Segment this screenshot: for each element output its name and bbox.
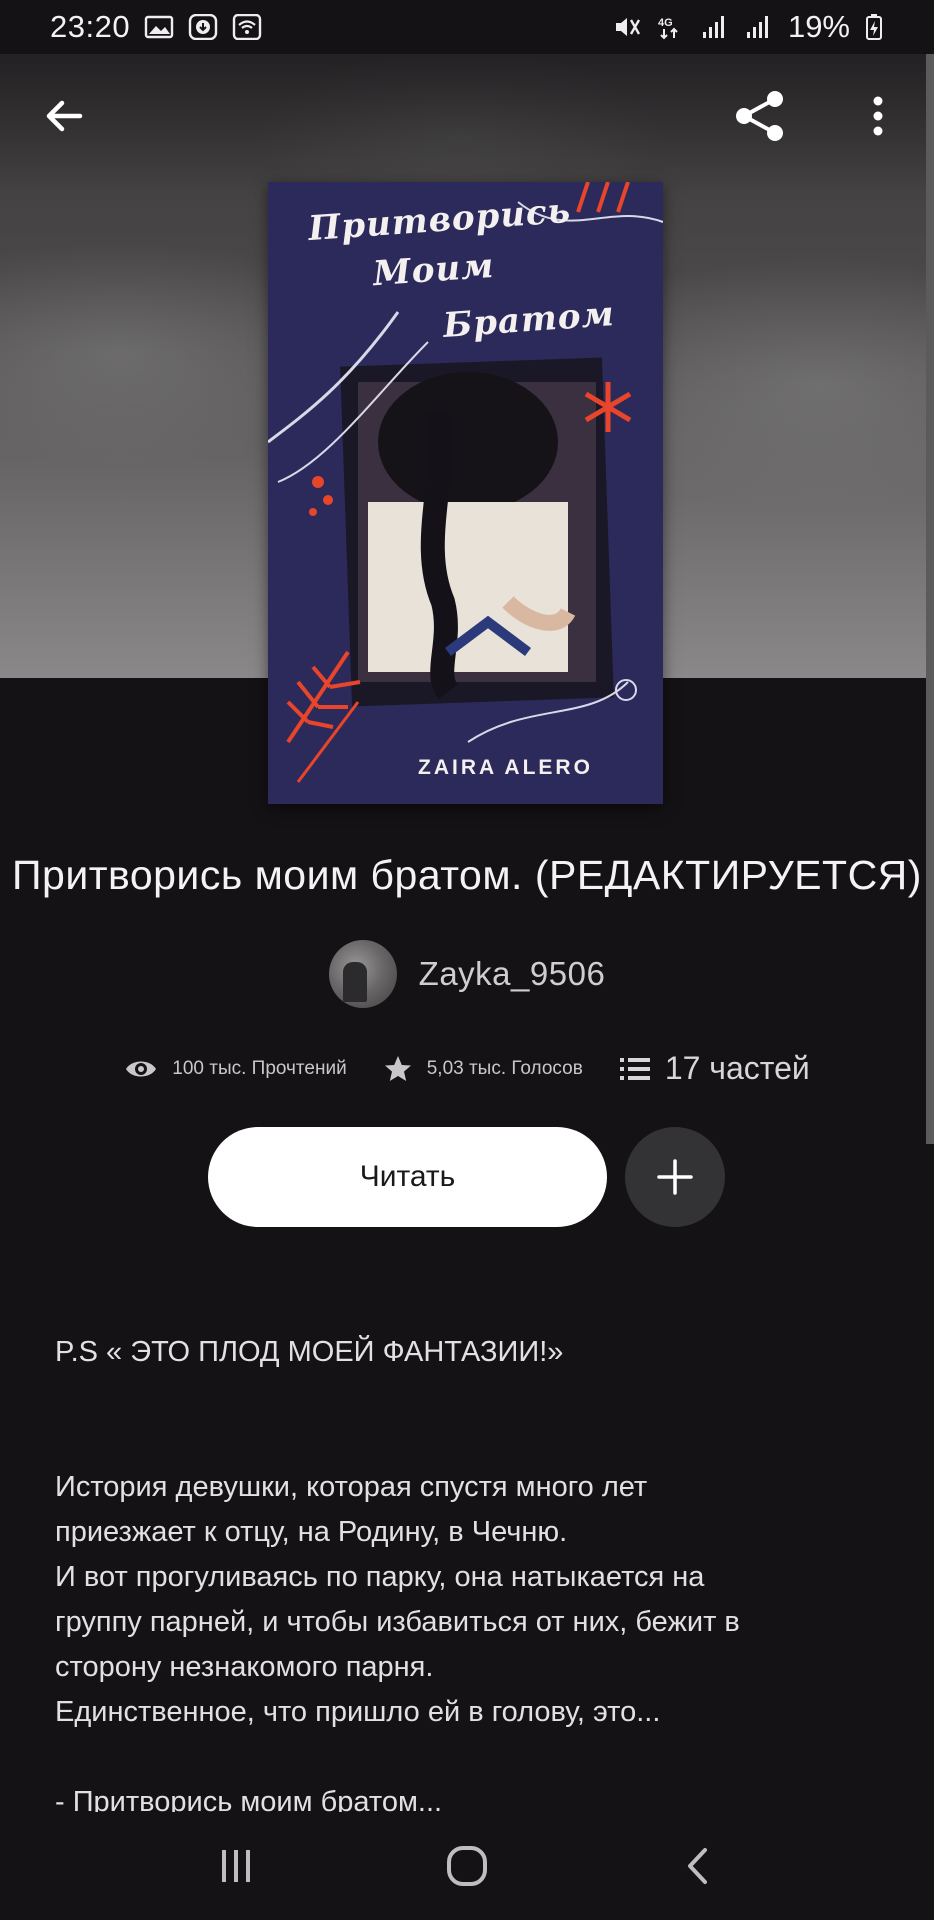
plus-icon	[657, 1159, 693, 1195]
read-button[interactable]: Читать	[208, 1127, 607, 1227]
votes-count: 5,03 тыс. Голосов	[426, 1057, 583, 1079]
system-back-button[interactable]	[658, 1826, 738, 1906]
battery-level: 19%	[787, 9, 850, 44]
author-name[interactable]: Zayka_9506	[419, 955, 606, 993]
mute-icon	[615, 18, 640, 36]
reads-stat: 100 тыс. Прочтений	[124, 1057, 347, 1081]
parts-stat[interactable]: 17 частей	[619, 1050, 810, 1087]
status-bar: 23:20 4G 19%	[0, 0, 934, 54]
backdrop-fade	[0, 54, 934, 194]
battery-icon	[866, 14, 882, 40]
author-avatar[interactable]	[328, 940, 397, 1008]
description-line: группу парней, и чтобы избавиться от них…	[55, 1606, 740, 1638]
back-icon	[688, 1848, 708, 1884]
cover-title-line-2: Моим	[371, 245, 496, 295]
story-details-screen: 23:20 4G 19% Притворись Моим Братом ZAIR…	[0, 0, 934, 1920]
story-description: P.S « ЭТО ПЛОД МОЕЙ ФАНТАЗИИ!» История д…	[55, 1330, 875, 1825]
description-ps: P.S « ЭТО ПЛОД МОЕЙ ФАНТАЗИИ!»	[55, 1336, 564, 1368]
votes-stat: 5,03 тыс. Голосов	[383, 1054, 583, 1084]
add-to-library-button[interactable]	[625, 1127, 725, 1227]
description-line: Единственное, что пришло ей в голову, эт…	[55, 1696, 661, 1728]
more-vertical-icon	[873, 96, 883, 136]
signal-icon-2	[746, 16, 768, 38]
reads-count: 100 тыс. Прочтений	[172, 1057, 347, 1079]
story-stats: 100 тыс. Прочтений 5,03 тыс. Голосов 17 …	[0, 1050, 934, 1087]
home-button[interactable]	[427, 1826, 507, 1906]
signal-icon	[702, 16, 724, 38]
status-left: 23:20	[50, 9, 262, 45]
home-icon	[446, 1846, 487, 1886]
wifi-icon	[232, 14, 262, 40]
scrollbar[interactable]	[926, 54, 934, 1144]
cover-author: ZAIRA ALERO	[418, 756, 593, 779]
share-icon	[736, 91, 783, 141]
author-row[interactable]: Zayka_9506	[0, 940, 934, 1008]
download-icon	[188, 14, 218, 40]
network-4g-icon: 4G	[658, 17, 678, 40]
eye-icon	[126, 1061, 157, 1076]
system-navigation-bar	[0, 1812, 934, 1920]
description-line: сторону незнакомого парня.	[55, 1651, 434, 1683]
status-time: 23:20	[50, 9, 131, 44]
list-icon	[619, 1057, 650, 1080]
parts-count[interactable]: 17 частей	[665, 1050, 810, 1087]
status-right: 4G 19%	[612, 9, 884, 45]
book-cover[interactable]: Притворись Моим Братом ZAIRA ALERO	[268, 182, 663, 804]
description-line: И вот прогуливаясь по парку, она натыкае…	[55, 1561, 705, 1593]
svg-text:4G: 4G	[658, 17, 673, 29]
recent-apps-icon	[221, 1850, 250, 1882]
arrow-left-icon	[46, 100, 83, 132]
back-button[interactable]	[32, 84, 96, 148]
more-options-button[interactable]	[846, 84, 910, 148]
story-title: Притворись моим братом. (РЕДАКТИРУЕТСЯ)	[12, 852, 922, 898]
star-icon	[384, 1055, 411, 1081]
description-line: История девушки, которая спустя много ле…	[55, 1471, 648, 1503]
description-line: приезжает к отцу, на Родину, в Чечню.	[55, 1516, 568, 1548]
share-button[interactable]	[728, 84, 792, 148]
gallery-icon	[144, 15, 174, 39]
recent-apps-button[interactable]	[196, 1826, 276, 1906]
